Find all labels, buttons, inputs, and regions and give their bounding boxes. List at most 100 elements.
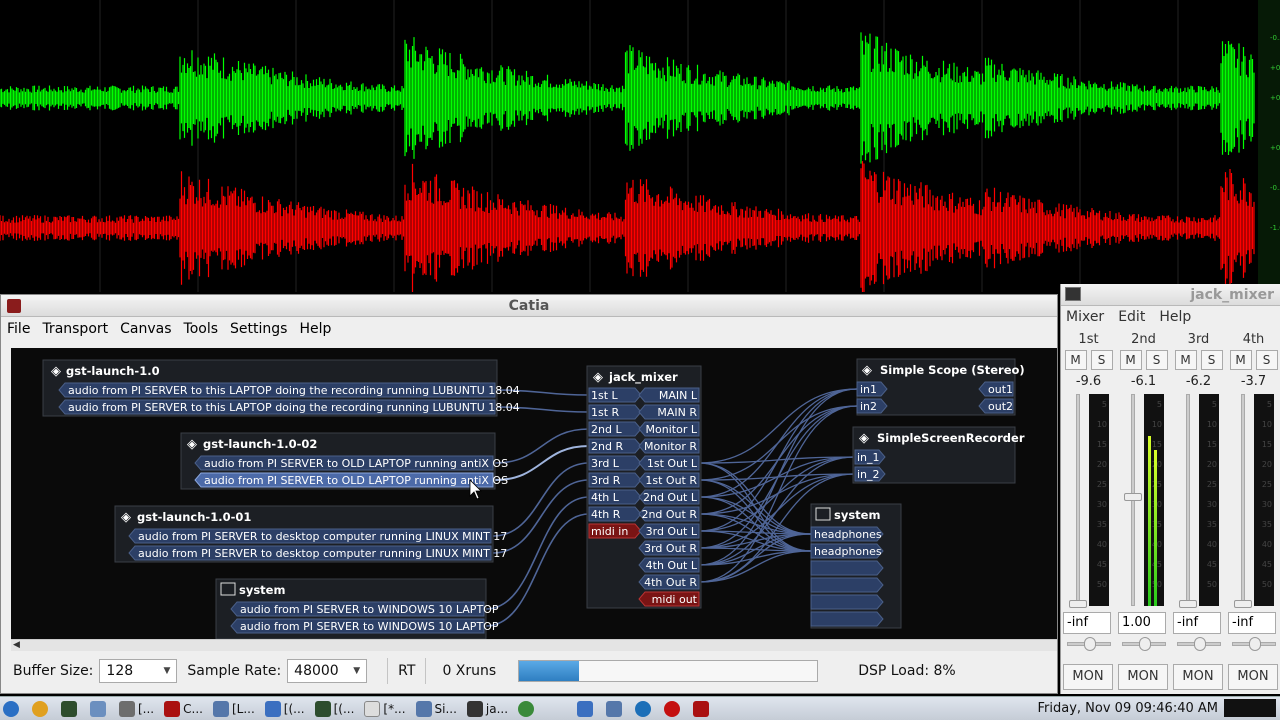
buffer-size-select[interactable]: 128 ▼ xyxy=(99,659,178,683)
sample-rate-select[interactable]: 48000 ▼ xyxy=(287,659,368,683)
launcher-v2[interactable] xyxy=(574,698,599,720)
output-port[interactable]: 3rd Out L xyxy=(638,523,700,539)
scroll-left-icon[interactable]: ◀ xyxy=(13,640,20,650)
volume-fader-track[interactable] xyxy=(1186,394,1190,606)
menu-canvas[interactable]: Canvas xyxy=(120,321,171,337)
menu-help[interactable]: Help xyxy=(299,321,331,337)
volume-fader-track[interactable] xyxy=(1076,394,1080,606)
input-port[interactable]: 2nd R xyxy=(588,438,642,454)
solo-button[interactable]: S xyxy=(1200,350,1223,370)
output-port[interactable]: midi out xyxy=(638,591,700,607)
client-box-system-playback[interactable]: system headphones headphones xyxy=(810,503,902,629)
taskbar-item[interactable]: [*... xyxy=(361,698,408,720)
files-launcher[interactable] xyxy=(87,698,112,720)
clock[interactable]: Friday, Nov 09 09:46:40 AM xyxy=(1038,701,1218,716)
monitor-button[interactable]: MON xyxy=(1118,664,1168,690)
input-port[interactable]: 4th R xyxy=(588,506,642,522)
client-box-gst-launch-02[interactable]: ◈ gst-launch-1.0-02 audio from PI SERVER… xyxy=(180,432,508,490)
peak-readout[interactable]: -6.1 xyxy=(1116,374,1171,389)
taskbar-item[interactable]: [(... xyxy=(262,698,308,720)
output-port[interactable]: Monitor R xyxy=(638,438,700,454)
client-box-gst-launch[interactable]: ◈ gst-launch-1.0 audio from PI SERVER to… xyxy=(42,359,520,417)
channel-name[interactable]: 1st xyxy=(1061,332,1116,347)
browser-launcher[interactable] xyxy=(29,698,54,720)
channel-name[interactable]: 2nd xyxy=(1116,332,1171,347)
input-port[interactable]: in1 xyxy=(856,381,888,397)
peak-readout[interactable]: -9.6 xyxy=(1061,374,1116,389)
input-port[interactable]: headphones xyxy=(810,543,884,559)
output-port[interactable]: audio from PI SERVER to OLD LAPTOP runni… xyxy=(194,455,508,471)
output-port[interactable]: audio from PI SERVER to WINDOWS 10 LAPTO… xyxy=(230,618,499,634)
output-port[interactable]: audio from PI SERVER to desktop computer… xyxy=(128,545,507,561)
gain-field[interactable]: 1.00 xyxy=(1118,612,1166,634)
output-port[interactable]: 4th Out L xyxy=(638,557,700,573)
launcher-hp[interactable] xyxy=(632,698,657,720)
horizontal-scrollbar[interactable]: ◀ xyxy=(11,639,1057,651)
volume-fader-handle[interactable] xyxy=(1124,492,1142,501)
client-box-simple-scope[interactable]: ◈ Simple Scope (Stereo) in1 in2 out1 out… xyxy=(856,358,1025,416)
solo-button[interactable]: S xyxy=(1145,350,1168,370)
catia-titlebar[interactable]: Catia xyxy=(1,295,1057,317)
mute-button[interactable]: M xyxy=(1174,350,1197,370)
output-port[interactable]: Monitor L xyxy=(638,421,700,437)
patchbay-canvas[interactable]: ◈ gst-launch-1.0 audio from PI SERVER to… xyxy=(11,348,1057,639)
launcher-record[interactable] xyxy=(661,698,686,720)
menu-file[interactable]: File xyxy=(7,321,30,337)
output-port[interactable]: MAIN R xyxy=(638,404,700,420)
taskbar-item[interactable]: [(... xyxy=(312,698,358,720)
input-port[interactable]: 1st L xyxy=(588,387,642,403)
taskbar-item[interactable] xyxy=(515,698,540,720)
output-port[interactable]: audio from PI SERVER to this LAPTOP doin… xyxy=(58,382,520,398)
channel-name[interactable]: 3rd xyxy=(1171,332,1226,347)
balance-handle[interactable] xyxy=(1194,637,1206,651)
taskbar-item[interactable]: [L... xyxy=(210,698,258,720)
monitor-button[interactable]: MON xyxy=(1063,664,1113,690)
client-box-gst-launch-01[interactable]: ◈ gst-launch-1.0-01 audio from PI SERVER… xyxy=(114,505,507,563)
xruns-counter[interactable]: 0 Xruns xyxy=(442,663,496,679)
terminal-launcher[interactable] xyxy=(58,698,83,720)
output-port[interactable]: audio from PI SERVER to WINDOWS 10 LAPTO… xyxy=(230,601,499,617)
balance-slider[interactable] xyxy=(1177,637,1221,651)
mute-button[interactable]: M xyxy=(1229,350,1252,370)
solo-button[interactable]: S xyxy=(1090,350,1113,370)
balance-slider[interactable] xyxy=(1067,637,1111,651)
input-port[interactable]: 3rd R xyxy=(588,472,642,488)
input-port[interactable] xyxy=(810,577,884,593)
taskbar-item[interactable]: [... xyxy=(116,698,157,720)
monitor-button[interactable]: MON xyxy=(1173,664,1223,690)
menu-tools[interactable]: Tools xyxy=(184,321,219,337)
output-port[interactable]: out1 xyxy=(978,381,1014,397)
menu-settings[interactable]: Settings xyxy=(230,321,287,337)
input-port[interactable]: midi in xyxy=(588,523,642,539)
menu-edit[interactable]: Edit xyxy=(1118,309,1145,325)
menu-transport[interactable]: Transport xyxy=(42,321,108,337)
output-port[interactable]: audio from PI SERVER to desktop computer… xyxy=(128,528,507,544)
input-port[interactable]: 3rd L xyxy=(588,455,642,471)
client-box-system-capture[interactable]: system audio from PI SERVER to WINDOWS 1… xyxy=(215,578,499,639)
input-port[interactable]: in2 xyxy=(856,398,888,414)
launcher-catia[interactable] xyxy=(690,698,715,720)
gain-field[interactable]: -inf xyxy=(1228,612,1276,634)
input-port[interactable] xyxy=(810,611,884,627)
volume-fader-handle[interactable] xyxy=(1069,600,1087,608)
channel-name[interactable]: 4th xyxy=(1226,332,1280,347)
gain-field[interactable]: -inf xyxy=(1063,612,1111,634)
mute-button[interactable]: M xyxy=(1119,350,1142,370)
output-port[interactable]: 1st Out L xyxy=(638,455,700,471)
input-port[interactable] xyxy=(810,560,884,576)
launcher-window[interactable] xyxy=(603,698,628,720)
output-port[interactable]: 2nd Out L xyxy=(638,489,700,505)
balance-handle[interactable] xyxy=(1249,637,1261,651)
balance-handle[interactable] xyxy=(1139,637,1151,651)
monitor-button[interactable]: MON xyxy=(1228,664,1278,690)
input-port[interactable]: 4th L xyxy=(588,489,642,505)
output-port[interactable]: 3rd Out R xyxy=(638,540,700,556)
input-port[interactable]: 2nd L xyxy=(588,421,642,437)
balance-slider[interactable] xyxy=(1232,637,1276,651)
output-port[interactable]: MAIN L xyxy=(638,387,700,403)
patchbay-graph[interactable]: ◈ gst-launch-1.0 audio from PI SERVER to… xyxy=(11,348,1057,639)
taskbar-item-jack-mixer[interactable]: ja... xyxy=(464,698,511,720)
input-port[interactable]: in_2 xyxy=(854,466,886,482)
output-port-highlighted[interactable]: audio from PI SERVER to OLD LAPTOP runni… xyxy=(194,472,508,488)
volume-fader-handle[interactable] xyxy=(1234,600,1252,608)
